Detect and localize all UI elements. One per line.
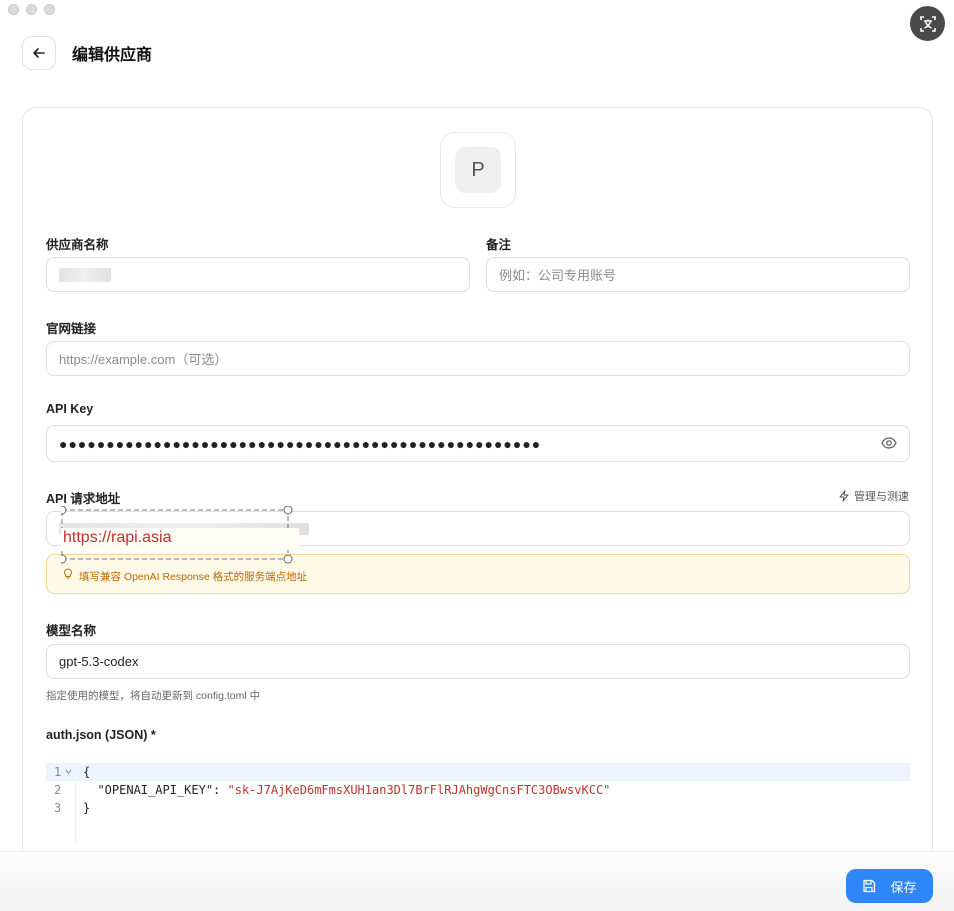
- manage-speedtest-button[interactable]: 管理与测速: [838, 488, 909, 504]
- code-text: {: [83, 765, 91, 779]
- provider-form-card: P 供应商名称 备注 例如：公司专用账号 官网链接 https://exampl…: [22, 107, 933, 867]
- code-line: 2 "OPENAI_API_KEY": "sk-J7AjKeD6mFmsXUH1…: [46, 781, 910, 799]
- eye-icon[interactable]: [881, 436, 897, 450]
- auth-json-label: auth.json (JSON) *: [46, 728, 156, 742]
- line-number: 3: [54, 801, 62, 815]
- lightning-icon: [839, 490, 849, 502]
- save-label: 保存: [890, 879, 917, 895]
- provider-avatar-picker[interactable]: P: [440, 132, 516, 208]
- note-input[interactable]: 例如：公司专用账号: [486, 257, 910, 292]
- provider-name-label: 供应商名称: [46, 238, 109, 252]
- save-icon: [863, 879, 876, 893]
- json-key: "OPENAI_API_KEY":: [83, 783, 228, 797]
- page-title: 编辑供应商: [72, 47, 153, 64]
- json-string-value: "sk-J7AjKeD6mFmsXUH1an3Dl7BrFlRJAhgWgCns…: [227, 783, 611, 797]
- annotation-overlay: https://rapi.asia: [61, 506, 299, 564]
- note-placeholder: 例如：公司专用账号: [499, 268, 617, 283]
- api-key-value: ●●●●●●●●●●●●●●●●●●●●●●●●●●●●●●●●●●●●●●●●…: [59, 435, 542, 452]
- annotation-text: https://rapi.asia: [61, 528, 299, 550]
- api-url-label: API 请求地址: [46, 492, 121, 506]
- line-number: 1: [54, 765, 62, 779]
- lightbulb-icon: [63, 568, 73, 579]
- website-label: 官网链接: [46, 322, 97, 336]
- translate-button[interactable]: [910, 6, 945, 41]
- json-editor[interactable]: 1 { 2 "OPENAI_API_KEY": "sk-J7AjKeD6mFms…: [46, 763, 910, 843]
- note-label: 备注: [486, 238, 512, 252]
- close-window-button[interactable]: [8, 4, 19, 15]
- zoom-window-button[interactable]: [44, 4, 55, 15]
- model-help-text: 指定使用的模型，将自动更新到 config.toml 中: [46, 690, 261, 702]
- back-button[interactable]: [22, 36, 56, 70]
- save-button[interactable]: 保存: [846, 869, 933, 903]
- code-text: }: [83, 801, 91, 815]
- manage-speedtest-label: 管理与测速: [854, 491, 909, 503]
- window-controls: [8, 4, 55, 15]
- page-header: 编辑供应商: [22, 36, 152, 70]
- fold-chevron-icon[interactable]: [65, 769, 72, 775]
- api-key-label: API Key: [46, 402, 94, 416]
- avatar: P: [455, 147, 501, 193]
- api-key-input[interactable]: ●●●●●●●●●●●●●●●●●●●●●●●●●●●●●●●●●●●●●●●●…: [46, 425, 910, 462]
- model-value: gpt-5.3-codex: [59, 654, 139, 669]
- website-placeholder: https://example.com（可选）: [59, 352, 228, 367]
- code-line: 3 }: [46, 799, 910, 817]
- model-label: 模型名称: [46, 624, 97, 638]
- code-line: 1 {: [46, 763, 910, 781]
- model-input[interactable]: gpt-5.3-codex: [46, 644, 910, 679]
- redacted-value: [59, 267, 111, 282]
- line-number: 2: [54, 783, 62, 797]
- code-text: "OPENAI_API_KEY": "sk-J7AjKeD6mFmsXUH1an…: [83, 781, 610, 799]
- minimize-window-button[interactable]: [26, 4, 37, 15]
- translate-icon: [919, 15, 936, 32]
- provider-name-input[interactable]: [46, 257, 470, 292]
- footer-bar: 保存: [0, 851, 954, 911]
- hint-text: 填写兼容 OpenAI Response 格式的服务端点地址: [79, 571, 308, 583]
- arrow-left-icon: [33, 48, 45, 58]
- website-input[interactable]: https://example.com（可选）: [46, 341, 910, 376]
